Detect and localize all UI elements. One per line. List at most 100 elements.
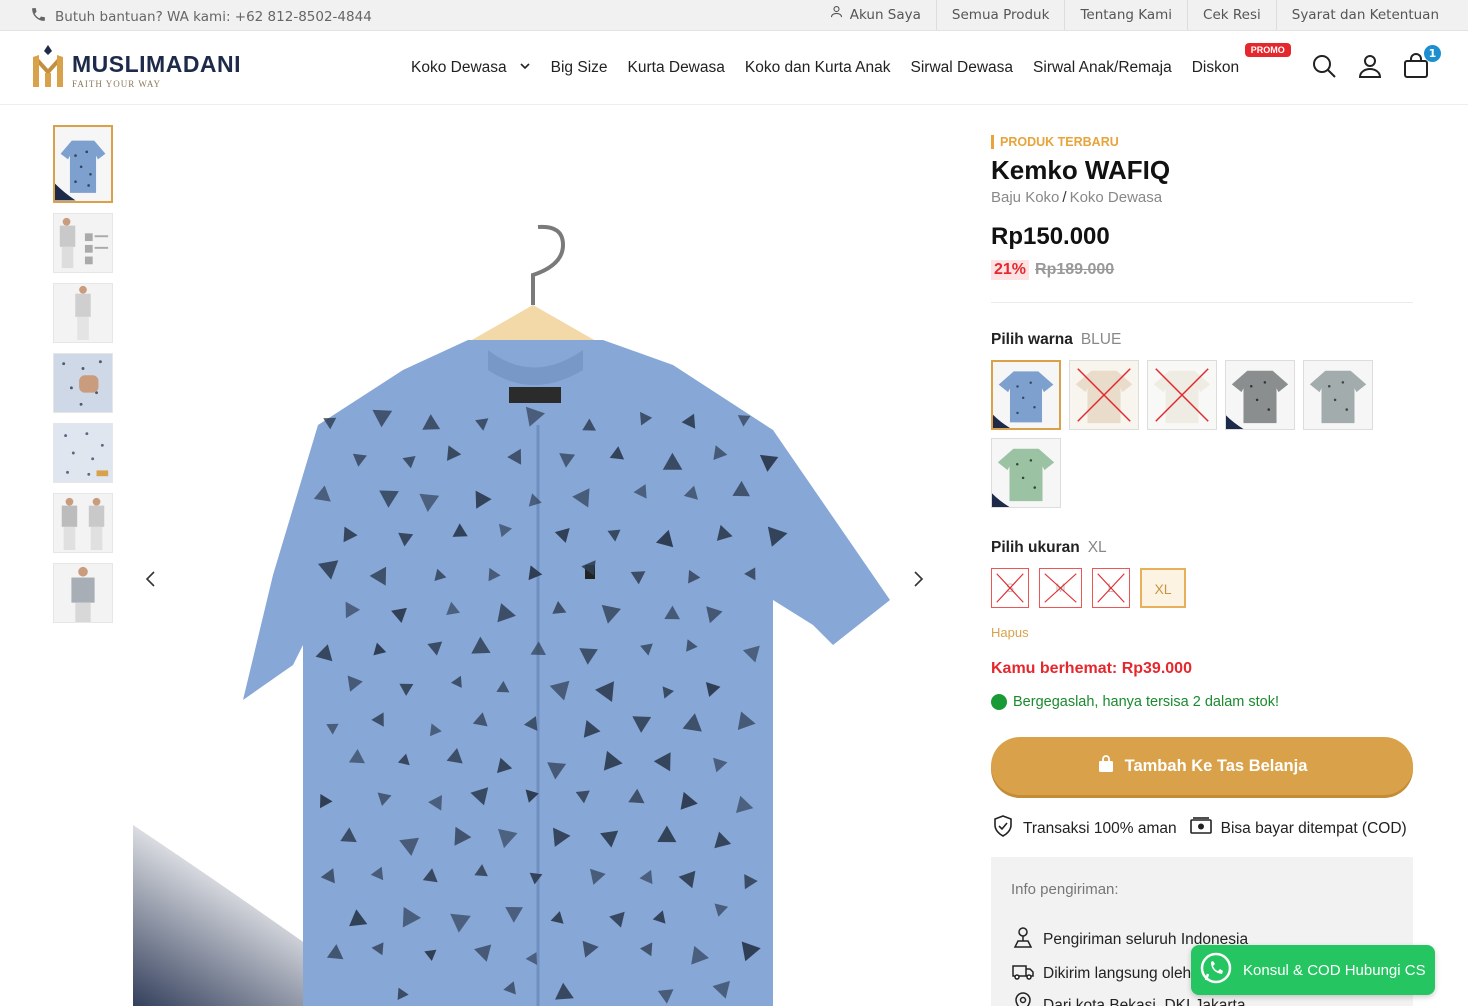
logo-mark-icon: [33, 45, 63, 87]
account-label: Akun Saya: [849, 7, 921, 23]
color-swatch-blue[interactable]: [991, 360, 1061, 430]
nav-big-size[interactable]: Big Size: [551, 59, 608, 77]
color-swatch-grey[interactable]: [1225, 360, 1295, 430]
prev-image-button[interactable]: [141, 569, 161, 589]
color-swatch-cream-unavailable[interactable]: [1069, 360, 1139, 430]
thumbnail-4[interactable]: [53, 353, 113, 413]
shield-check-icon: [991, 814, 1015, 843]
person-pin-icon: [1011, 925, 1035, 954]
color-swatches: [991, 360, 1391, 508]
size-m-unavailable[interactable]: M: [1039, 568, 1082, 608]
color-label-text: Pilih warna: [991, 331, 1073, 348]
color-swatch-green[interactable]: [991, 438, 1061, 508]
selected-size: XL: [1087, 539, 1107, 556]
account-button[interactable]: [1357, 53, 1383, 79]
main-nav: Koko Dewasa Big Size Kurta Dewasa Koko d…: [411, 31, 1291, 105]
thumbnail-7[interactable]: [53, 563, 113, 623]
terms-link[interactable]: Syarat dan Ketentuan: [1275, 0, 1454, 30]
secure-text: Transaksi 100% aman: [1023, 819, 1177, 837]
brand-tagline: FAITH YOUR WAY: [72, 79, 162, 89]
color-label: Pilih warna BLUE: [991, 331, 1121, 349]
current-price: Rp150.000: [991, 223, 1110, 250]
nav-sirwal-dewasa[interactable]: Sirwal Dewasa: [911, 59, 1014, 77]
nav-sirwal-anak[interactable]: Sirwal Anak/Remaja: [1033, 59, 1172, 77]
color-swatch-white-unavailable[interactable]: [1147, 360, 1217, 430]
promo-badge: PROMO: [1244, 43, 1291, 57]
size-label: Pilih ukuran XL: [991, 539, 1107, 557]
product-title: Kemko WAFIQ: [991, 155, 1171, 185]
discount-info: 21% Rp189.000: [991, 260, 1114, 280]
chevron-down-icon: [515, 59, 531, 77]
nav-koko-kurta-anak[interactable]: Koko dan Kurta Anak: [745, 59, 891, 77]
help-text: Butuh bantuan? WA kami: +62 812-8502-484…: [55, 8, 372, 25]
track-order-link[interactable]: Cek Resi: [1187, 0, 1276, 30]
thumbnail-5[interactable]: [53, 423, 113, 483]
whatsapp-label: Konsul & COD Hubungi CS: [1243, 961, 1426, 979]
about-link[interactable]: Tentang Kami: [1064, 0, 1187, 30]
user-icon: [1357, 55, 1383, 83]
trust-badges: Transaksi 100% aman Bisa bayar ditempat …: [991, 814, 1407, 843]
shopping-bag-icon: [1403, 53, 1429, 83]
size-xl-selected[interactable]: XL: [1140, 568, 1186, 608]
search-icon: [1311, 55, 1337, 83]
cod-available: Bisa bayar ditempat (COD): [1189, 814, 1407, 843]
divider: [991, 302, 1413, 303]
stock-notice: Bergegaslah, hanya tersisa 2 dalam stok!: [991, 694, 1279, 710]
whatsapp-cs-button[interactable]: Konsul & COD Hubungi CS: [1191, 945, 1435, 995]
check-circle-icon: [991, 694, 1007, 710]
discount-badge: 21%: [991, 260, 1030, 280]
size-l-unavailable[interactable]: L: [1092, 568, 1130, 608]
shipping-row-text: Dari kota Bekasi, DKI Jakarta: [1043, 996, 1246, 1006]
clear-selection-link[interactable]: Hapus: [991, 625, 1029, 640]
whatsapp-icon: [1199, 951, 1233, 989]
account-link[interactable]: Akun Saya: [814, 0, 936, 30]
nav-label: Diskon: [1191, 59, 1240, 76]
new-product-tag: PRODUK TERBARU: [991, 135, 1119, 149]
chevron-right-icon: [908, 571, 928, 593]
brand-name: MUSLIMADANI: [72, 51, 242, 77]
truck-icon: [1011, 959, 1035, 988]
site-header: MUSLIMADANI FAITH YOUR WAY Koko Dewasa B…: [0, 31, 1468, 105]
main-product-image: [133, 125, 936, 1006]
top-bar: Butuh bantuan? WA kami: +62 812-8502-484…: [0, 0, 1468, 31]
cod-text: Bisa bayar ditempat (COD): [1220, 819, 1407, 837]
thumbnail-1[interactable]: [53, 125, 113, 203]
shipping-row-text: Dikirim langsung oleh: [1043, 964, 1192, 982]
breadcrumb-category[interactable]: Baju Koko: [991, 189, 1059, 206]
thumbnail-3[interactable]: [53, 283, 113, 343]
thumbnail-6[interactable]: [53, 493, 113, 553]
logo[interactable]: MUSLIMADANI FAITH YOUR WAY: [30, 43, 241, 91]
selected-color: BLUE: [1080, 331, 1122, 348]
savings-text: Kamu berhemat: Rp39.000: [991, 660, 1192, 677]
nav-kurta-dewasa[interactable]: Kurta Dewasa: [628, 59, 725, 77]
cart-count-badge: 1: [1424, 45, 1441, 62]
nav-diskon[interactable]: Diskon PROMO: [1191, 43, 1291, 77]
location-pin-icon: [1011, 991, 1035, 1006]
size-options: S M L XL: [991, 568, 1186, 608]
stock-text: Bergegaslah, hanya tersisa 2 dalam stok!: [1013, 694, 1279, 710]
nav-koko-dewasa[interactable]: Koko Dewasa: [411, 59, 531, 77]
search-button[interactable]: [1311, 53, 1337, 79]
cash-icon: [1189, 814, 1213, 843]
help-contact[interactable]: Butuh bantuan? WA kami: +62 812-8502-484…: [30, 6, 372, 27]
next-image-button[interactable]: [908, 569, 928, 589]
thumbnail-2[interactable]: [53, 213, 113, 273]
shipping-direct: Dikirim langsung oleh: [1011, 959, 1191, 988]
size-label-text: Pilih ukuran: [991, 539, 1080, 556]
cart-button[interactable]: 1: [1403, 45, 1441, 79]
all-products-link[interactable]: Semua Produk: [935, 0, 1065, 30]
add-to-cart-button[interactable]: Tambah Ke Tas Belanja: [991, 737, 1413, 795]
original-price: Rp189.000: [1035, 261, 1115, 278]
breadcrumb-separator: /: [1062, 189, 1067, 206]
secure-transaction: Transaksi 100% aman: [991, 814, 1177, 843]
size-s-unavailable[interactable]: S: [991, 568, 1029, 608]
thumbnail-list: [53, 125, 113, 623]
nav-label: Koko Dewasa: [411, 59, 507, 76]
breadcrumb: Baju Koko / Koko Dewasa: [991, 189, 1162, 206]
chevron-left-icon: [141, 571, 161, 593]
phone-icon: [30, 6, 47, 27]
shipping-title: Info pengiriman:: [1011, 881, 1119, 898]
shopping-bag-icon: [1097, 754, 1115, 778]
color-swatch-light-grey[interactable]: [1303, 360, 1373, 430]
breadcrumb-subcategory[interactable]: Koko Dewasa: [1070, 189, 1163, 206]
